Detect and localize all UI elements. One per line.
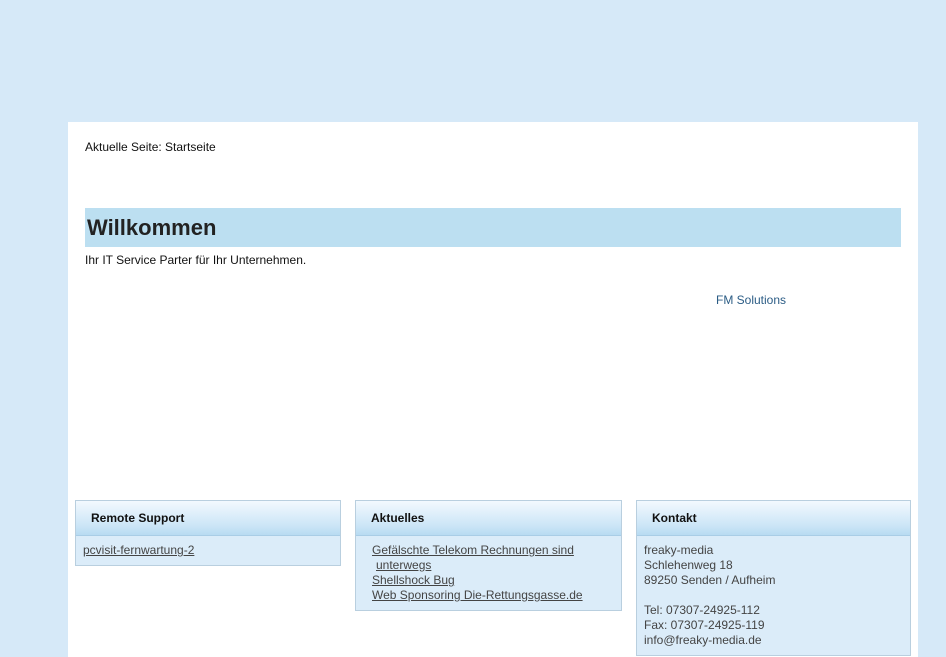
contact-city: 89250 Senden / Aufheim xyxy=(644,573,776,587)
news-item-telekom[interactable]: Gefälschte Telekom Rechnungen sind unter… xyxy=(372,543,614,573)
contact-body: freaky-media Schlehenweg 18 89250 Senden… xyxy=(637,536,910,652)
remote-support-title: Remote Support xyxy=(76,501,340,536)
tagline: Ihr IT Service Parter für Ihr Unternehme… xyxy=(85,253,307,267)
news-item-rettungsgasse[interactable]: Web Sponsoring Die-Rettungsgasse.de xyxy=(372,588,614,603)
news-box: Aktuelles Gefälschte Telekom Rechnungen … xyxy=(355,500,622,611)
news-item-telekom-line2: unterwegs xyxy=(376,558,432,572)
news-item-shellshock[interactable]: Shellshock Bug xyxy=(372,573,614,588)
pcvisit-fernwartung-link[interactable]: pcvisit-fernwartung-2 xyxy=(83,543,333,558)
contact-title: Kontakt xyxy=(637,501,910,536)
content-page: Aktuelle Seite: Startseite Willkommen Ih… xyxy=(68,122,918,657)
contact-company: freaky-media xyxy=(644,543,714,557)
contact-tel: Tel: 07307-24925-112 xyxy=(644,603,760,617)
fm-solutions-link[interactable]: FM Solutions xyxy=(716,293,786,307)
remote-support-body: pcvisit-fernwartung-2 xyxy=(76,536,340,562)
breadcrumb: Aktuelle Seite: Startseite xyxy=(85,140,216,154)
news-item-telekom-line1: Gefälschte Telekom Rechnungen sind xyxy=(372,543,574,557)
news-title: Aktuelles xyxy=(356,501,621,536)
welcome-banner: Willkommen xyxy=(85,208,901,247)
contact-street: Schlehenweg 18 xyxy=(644,558,733,572)
contact-fax: Fax: 07307-24925-119 xyxy=(644,618,765,632)
news-list: Gefälschte Telekom Rechnungen sind unter… xyxy=(356,536,621,607)
page-title: Willkommen xyxy=(87,215,217,240)
contact-email[interactable]: info@freaky-media.de xyxy=(644,633,903,648)
remote-support-box: Remote Support pcvisit-fernwartung-2 xyxy=(75,500,341,566)
contact-box: Kontakt freaky-media Schlehenweg 18 8925… xyxy=(636,500,911,656)
contact-spacer xyxy=(644,588,903,603)
